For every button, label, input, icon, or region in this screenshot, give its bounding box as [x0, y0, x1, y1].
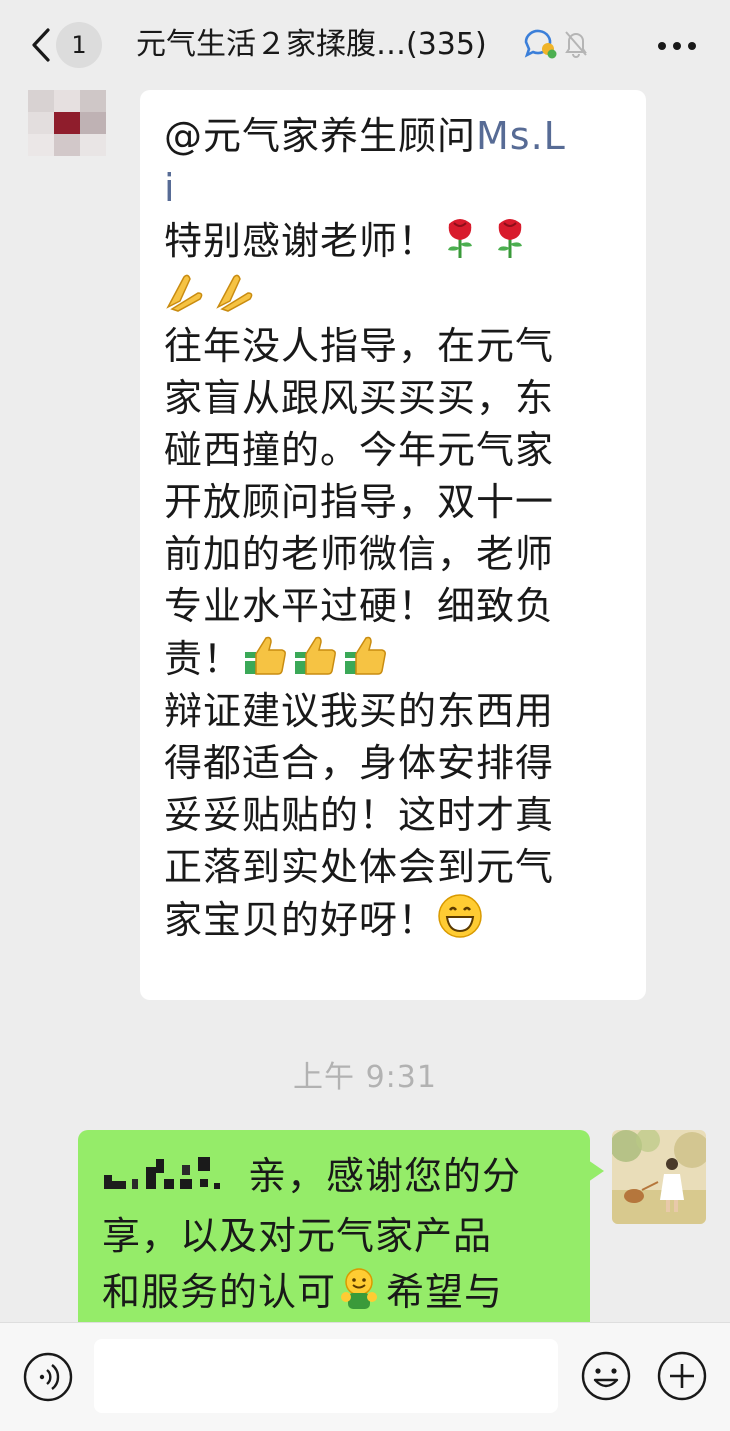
message-line: 碰西撞的。今年元气家	[164, 428, 555, 472]
sender-avatar[interactable]	[22, 86, 118, 158]
rose-icon	[487, 214, 533, 260]
folded-hands-icon	[214, 267, 260, 313]
message-text: 亲，感谢您的分	[248, 1154, 522, 1198]
message-line: 责！	[164, 632, 624, 685]
mention-tag[interactable]: @元气家养生顾问	[164, 114, 476, 158]
more-functions-button[interactable]	[656, 1350, 708, 1402]
message-line: 家盲从跟风买买买，东	[164, 376, 555, 420]
chat-title: 元气生活２家揉腹…(335)	[136, 24, 487, 66]
voice-icon	[23, 1352, 73, 1402]
group-name: 元气生活２家揉腹…	[136, 27, 406, 62]
message-line: 亲，感谢您的分	[102, 1148, 570, 1208]
thumbs-up-icon	[342, 632, 388, 678]
message-text: 特别感谢老师！	[164, 219, 438, 263]
ellipsis-icon	[657, 36, 697, 55]
message-line: 正落到实处体会到元气	[164, 845, 555, 889]
message-line: 特别感谢老师！	[164, 214, 624, 267]
rose-icon	[437, 214, 483, 260]
message-line: 和服务的认可 希望与	[102, 1264, 570, 1320]
plus-icon	[657, 1351, 707, 1401]
message-input[interactable]	[94, 1339, 558, 1413]
message-line: 辩证建议我买的东西用	[164, 689, 555, 733]
thumbs-up-icon	[242, 632, 288, 678]
message-line: 得都适合，身体安排得	[164, 741, 555, 785]
message-line: 妥妥贴贴的！这时才真	[164, 793, 555, 837]
message-line: 家宝贝的好呀！	[164, 893, 624, 946]
voice-input-button[interactable]	[22, 1351, 74, 1403]
message-line: 前加的老师微信，老师	[164, 532, 555, 576]
message-line: 开放顾问指导，双十一	[164, 480, 555, 524]
chevron-left-icon	[26, 22, 56, 68]
message-line: 享，以及对元气家产品	[102, 1214, 493, 1258]
hugging-face-icon	[336, 1265, 382, 1311]
mention-tag-wrap[interactable]: i	[164, 162, 624, 214]
emoji-line	[164, 267, 624, 320]
title-status-icons	[522, 26, 590, 64]
message-line: 专业水平过硬！细致负	[164, 584, 555, 628]
mention-tag-en[interactable]: Ms.L	[476, 114, 566, 158]
message-text: 家宝贝的好呀！	[164, 898, 438, 942]
my-avatar[interactable]	[612, 1130, 706, 1224]
grinning-face-icon	[437, 893, 483, 939]
message-text: 希望与	[386, 1270, 504, 1314]
message-timestamp: 上午 9:31	[293, 1060, 437, 1095]
chat-header: 1 元气生活２家揉腹…(335)	[0, 0, 730, 90]
emoji-button[interactable]	[580, 1350, 632, 1402]
thumbs-up-icon	[292, 632, 338, 678]
message-text: 责！	[164, 637, 243, 681]
mute-bell-icon	[562, 28, 590, 62]
mention-line: @元气家养生顾问Ms.L	[164, 110, 624, 162]
back-button[interactable]: 1	[26, 22, 106, 68]
smiley-icon	[581, 1351, 631, 1401]
folded-hands-icon	[164, 267, 210, 313]
member-count: (335)	[406, 27, 487, 62]
unread-count-badge: 1	[56, 22, 102, 68]
redacted-name-mosaic	[102, 1152, 242, 1208]
incoming-message-bubble[interactable]: @元气家养生顾问Ms.L i 特别感谢老师！ 往年没人指导，在元气 家盲从跟风买…	[140, 90, 646, 1000]
chat-screen: 1 元气生活２家揉腹…(335) @元气家养生顾问Ms.L i 特别感谢老师！ …	[0, 0, 730, 1431]
input-bar	[0, 1322, 730, 1431]
more-options-button[interactable]	[652, 22, 702, 68]
message-text: 和服务的认可	[102, 1270, 337, 1314]
message-line: 往年没人指导，在元气	[164, 324, 555, 368]
chat-bubbles-icon	[522, 26, 558, 64]
